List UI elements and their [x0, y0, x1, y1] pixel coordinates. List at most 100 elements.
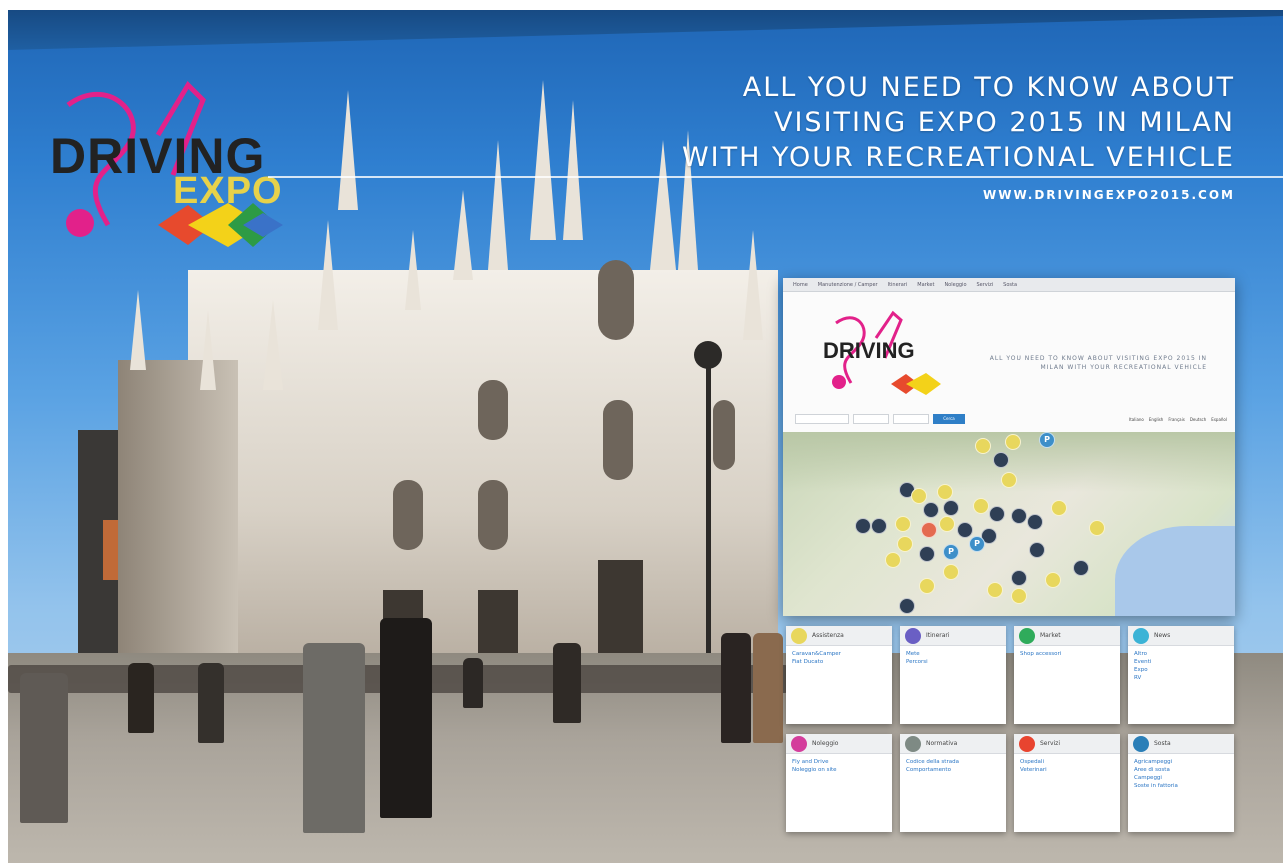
map-pin[interactable]: [911, 488, 927, 504]
map-pin[interactable]: [899, 598, 915, 614]
map-pin[interactable]: [919, 578, 935, 594]
map-pin[interactable]: [973, 498, 989, 514]
tile-title: Market: [1040, 632, 1061, 639]
parking-pin[interactable]: P: [969, 536, 985, 552]
language-option[interactable]: Italiano: [1129, 417, 1144, 422]
language-option[interactable]: Español: [1211, 417, 1227, 422]
site-nav: Home Manutenzione / Camper Itinerari Mar…: [783, 278, 1235, 292]
category-tile-sosta[interactable]: Sosta Agricampeggi Aree di sosta Campegg…: [1128, 734, 1234, 832]
map-pin[interactable]: [895, 516, 911, 532]
tile-link[interactable]: Campeggi: [1134, 774, 1228, 782]
tile-header: Servizi: [1014, 734, 1120, 754]
language-option[interactable]: Deutsch: [1190, 417, 1206, 422]
site-nav-item[interactable]: Home: [793, 282, 808, 288]
map-pin[interactable]: [1051, 500, 1067, 516]
parking-pin[interactable]: P: [1039, 432, 1055, 448]
tile-title: Noleggio: [812, 740, 839, 747]
map-pin[interactable]: [939, 516, 955, 532]
tile-link[interactable]: Caravan&Camper: [792, 650, 886, 658]
map-pin[interactable]: [885, 552, 901, 568]
map-pin[interactable]: [897, 536, 913, 552]
category-select[interactable]: [893, 414, 929, 424]
tile-link[interactable]: Soste in fattoria: [1134, 782, 1228, 790]
driving-expo-logo: DRIVING EXPO: [38, 75, 288, 255]
map-pin[interactable]: [989, 506, 1005, 522]
map-pin[interactable]: [975, 438, 991, 454]
tile-link[interactable]: Percorsi: [906, 658, 1000, 666]
tile-link[interactable]: Shop accessori: [1020, 650, 1114, 658]
tile-link[interactable]: Fiat Ducato: [792, 658, 886, 666]
tile-link[interactable]: Mete: [906, 650, 1000, 658]
headline: ALL YOU NEED TO KNOW ABOUT VISITING EXPO…: [682, 70, 1235, 175]
category-dot-icon: [1133, 735, 1149, 752]
map-pin[interactable]: [1005, 434, 1021, 450]
tile-link[interactable]: Comportamento: [906, 766, 1000, 774]
map-pin[interactable]: [1045, 572, 1061, 588]
map-pin[interactable]: [1027, 514, 1043, 530]
map-pin[interactable]: [1011, 508, 1027, 524]
language-option[interactable]: English: [1149, 417, 1163, 422]
map[interactable]: P P P: [783, 432, 1235, 616]
tile-link[interactable]: Aree di sosta: [1134, 766, 1228, 774]
map-pin[interactable]: [1011, 588, 1027, 604]
category-tile-assistenza[interactable]: Assistenza Caravan&Camper Fiat Ducato: [786, 626, 892, 724]
site-nav-item[interactable]: Itinerari: [888, 282, 908, 288]
location-select[interactable]: [853, 414, 889, 424]
site-header: DRIVING ALL YOU NEED TO KNOW ABOUT VISIT…: [783, 292, 1235, 402]
tile-header: Itinerari: [900, 626, 1006, 646]
tile-link[interactable]: Fly and Drive: [792, 758, 886, 766]
parking-pin[interactable]: P: [943, 544, 959, 560]
category-dot-icon: [905, 735, 921, 752]
category-dot-icon: [1133, 627, 1149, 644]
category-tile-news[interactable]: News Altro Eventi Expo RV: [1128, 626, 1234, 724]
tile-link[interactable]: Veterinari: [1020, 766, 1114, 774]
tile-link[interactable]: Agricampeggi: [1134, 758, 1228, 766]
category-tile-market[interactable]: Market Shop accessori: [1014, 626, 1120, 724]
site-nav-item[interactable]: Noleggio: [944, 282, 966, 288]
tile-link[interactable]: Eventi: [1134, 658, 1228, 666]
site-nav-item[interactable]: Sosta: [1003, 282, 1017, 288]
map-pin[interactable]: [921, 522, 937, 538]
map-pin[interactable]: [855, 518, 871, 534]
tile-title: Servizi: [1040, 740, 1061, 747]
map-pin[interactable]: [1073, 560, 1089, 576]
category-tile-servizi[interactable]: Servizi Ospedali Veterinari: [1014, 734, 1120, 832]
map-pin[interactable]: [957, 522, 973, 538]
tile-title: Sosta: [1154, 740, 1171, 747]
map-pin[interactable]: [993, 452, 1009, 468]
map-pin[interactable]: [943, 500, 959, 516]
map-pin[interactable]: [923, 502, 939, 518]
language-option[interactable]: Français: [1168, 417, 1185, 422]
map-pin[interactable]: [1089, 520, 1105, 536]
headline-line-3: WITH YOUR RECREATIONAL VEHICLE: [681, 142, 1235, 173]
site-nav-item[interactable]: Market: [917, 282, 934, 288]
map-pin[interactable]: [987, 582, 1003, 598]
map-pin[interactable]: [919, 546, 935, 562]
tile-title: Normativa: [926, 740, 958, 747]
category-tile-normativa[interactable]: Normativa Codice della strada Comportame…: [900, 734, 1006, 832]
logo-expo-text: EXPO: [173, 170, 283, 212]
map-pin[interactable]: [943, 564, 959, 580]
map-pin[interactable]: [871, 518, 887, 534]
site-nav-item[interactable]: Manutenzione / Camper: [818, 282, 878, 288]
category-tile-itinerari[interactable]: Itinerari Mete Percorsi: [900, 626, 1006, 724]
tile-link[interactable]: Ospedali: [1020, 758, 1114, 766]
category-tile-noleggio[interactable]: Noleggio Fly and Drive Noleggio on site: [786, 734, 892, 832]
site-nav-item[interactable]: Servizi: [977, 282, 994, 288]
map-pin[interactable]: [1029, 542, 1045, 558]
category-tiles: Assistenza Caravan&Camper Fiat Ducato It…: [786, 626, 1236, 832]
map-pin[interactable]: [937, 484, 953, 500]
tile-link[interactable]: Noleggio on site: [792, 766, 886, 774]
map-pin[interactable]: [1011, 570, 1027, 586]
tile-header: Sosta: [1128, 734, 1234, 754]
map-pin[interactable]: [1001, 472, 1017, 488]
tile-link[interactable]: Altro: [1134, 650, 1228, 658]
tile-link[interactable]: Expo: [1134, 666, 1228, 674]
search-input[interactable]: [795, 414, 849, 424]
poster: DRIVING EXPO ALL YOU NEED TO KNOW ABOUT …: [8, 10, 1283, 863]
search-button[interactable]: Cerca: [933, 414, 965, 424]
tile-link[interactable]: Codice della strada: [906, 758, 1000, 766]
tile-link[interactable]: RV: [1134, 674, 1228, 682]
category-dot-icon: [791, 735, 807, 752]
website-screenshot: Home Manutenzione / Camper Itinerari Mar…: [783, 278, 1235, 616]
